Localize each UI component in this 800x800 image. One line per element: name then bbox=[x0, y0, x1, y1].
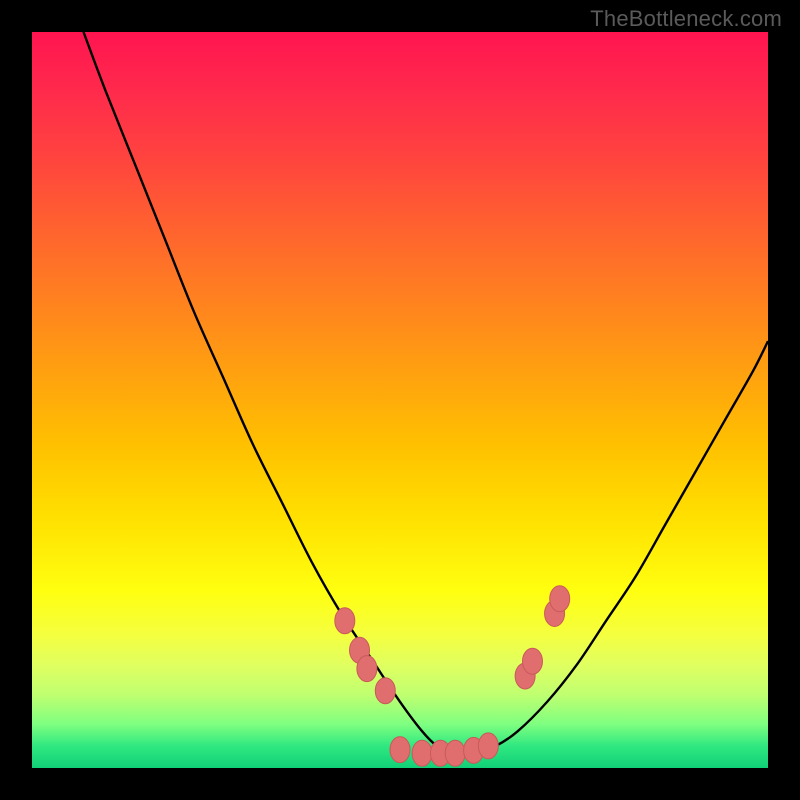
chart-svg bbox=[32, 32, 768, 768]
watermark-text: TheBottleneck.com bbox=[590, 6, 782, 32]
chart-stage: TheBottleneck.com bbox=[0, 0, 800, 800]
curve-marker bbox=[357, 656, 377, 682]
curve-marker bbox=[445, 740, 465, 766]
marker-group bbox=[335, 586, 570, 767]
curve-marker bbox=[412, 740, 432, 766]
curve-marker bbox=[375, 678, 395, 704]
plot-area bbox=[32, 32, 768, 768]
curve-marker bbox=[550, 586, 570, 612]
bottleneck-curve bbox=[84, 32, 768, 754]
curve-marker bbox=[335, 608, 355, 634]
curve-marker bbox=[478, 733, 498, 759]
curve-marker bbox=[522, 648, 542, 674]
curve-marker bbox=[390, 737, 410, 763]
